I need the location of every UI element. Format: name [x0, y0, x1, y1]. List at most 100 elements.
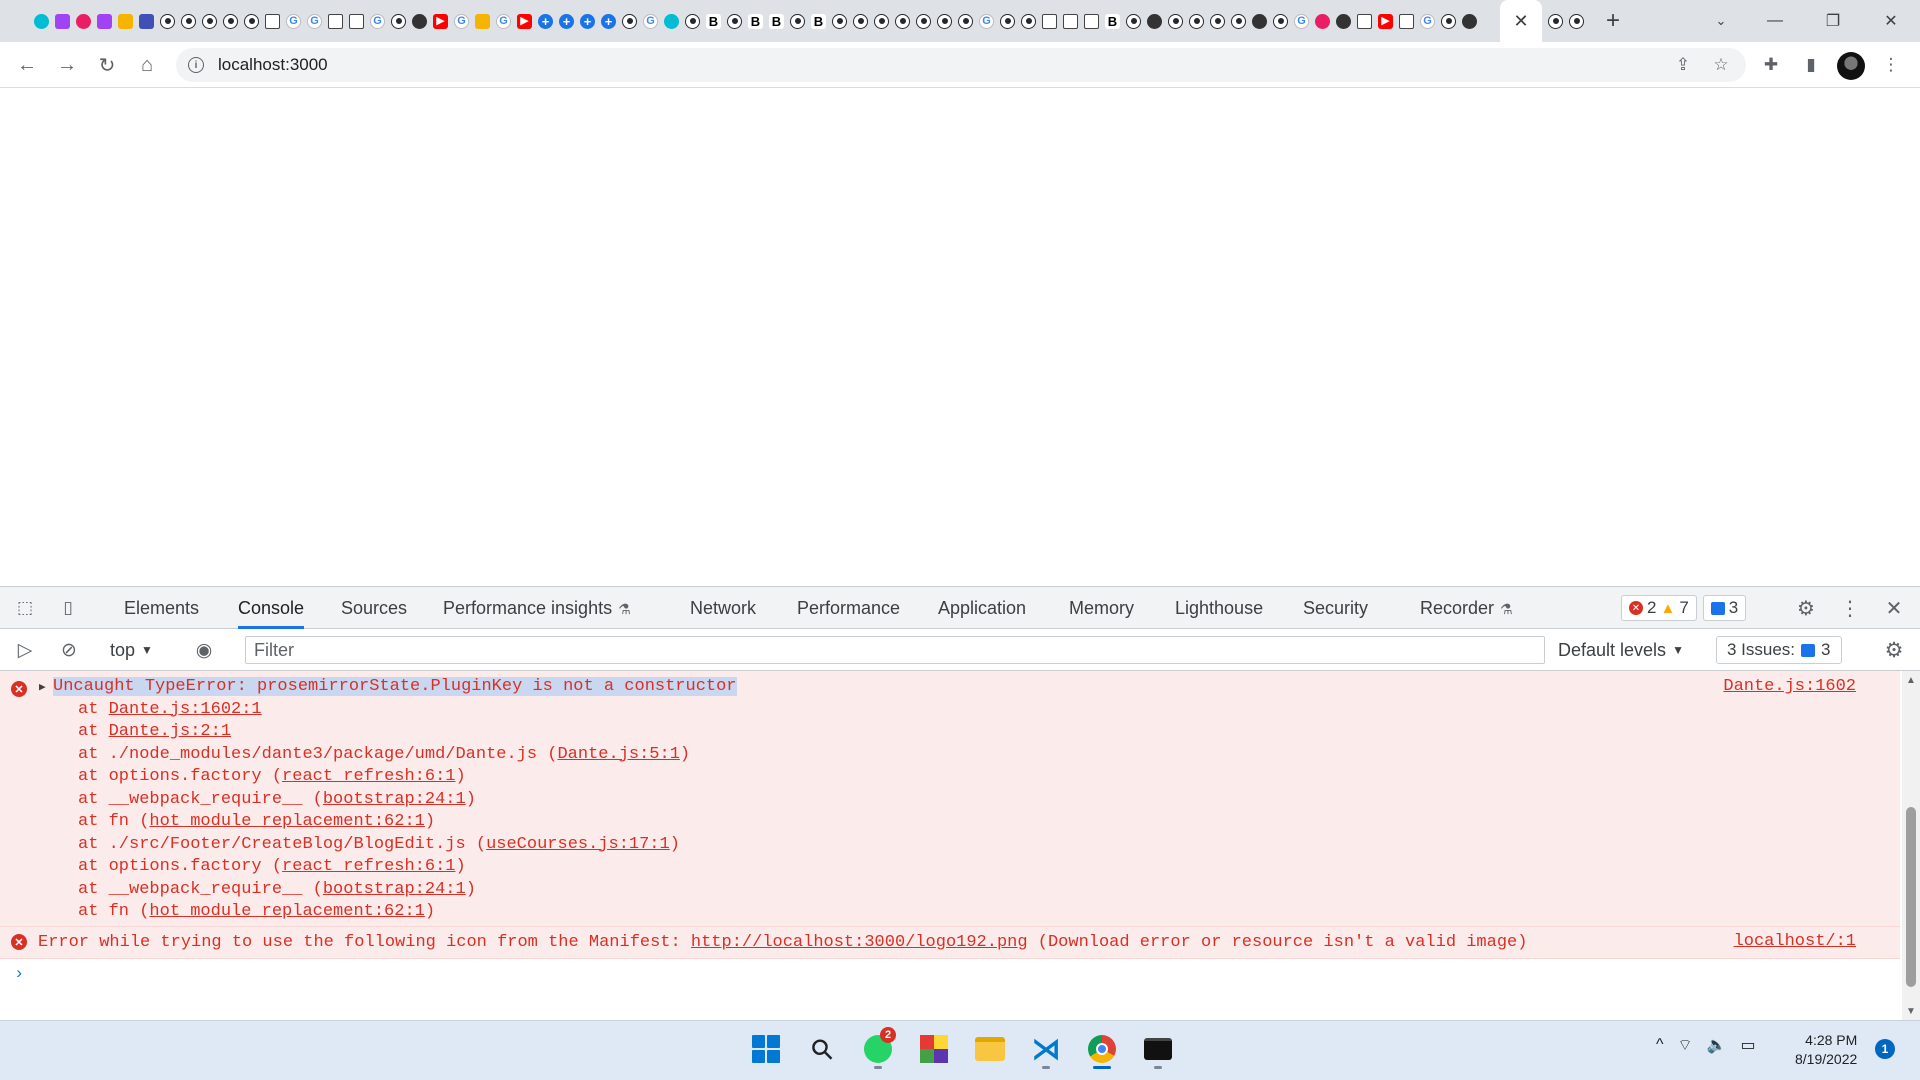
browser-tab[interactable]: G — [1291, 8, 1312, 34]
whatsapp-app[interactable]: 2 — [860, 1027, 896, 1069]
browser-tab[interactable] — [934, 8, 955, 34]
profile-avatar[interactable] — [1836, 50, 1866, 80]
error-warning-count[interactable]: ✕ 2 ▲ 7 — [1621, 595, 1697, 621]
inspect-element-icon[interactable]: ⬚ — [11, 595, 39, 621]
scroll-down-arrow-icon[interactable]: ▼ — [1906, 1006, 1916, 1017]
browser-tab[interactable] — [1438, 8, 1459, 34]
scroll-up-arrow-icon[interactable]: ▲ — [1906, 675, 1916, 686]
browser-tab[interactable] — [346, 8, 367, 34]
browser-tab[interactable] — [1123, 8, 1144, 34]
site-info-icon[interactable]: i — [188, 57, 204, 73]
console-scrollbar[interactable]: ▲ ▼ — [1902, 671, 1920, 1021]
browser-tab[interactable] — [787, 8, 808, 34]
browser-tab[interactable] — [1396, 8, 1417, 34]
manifest-icon-link[interactable]: http://localhost:3000/logo192.png — [691, 933, 1028, 952]
tab-sources[interactable]: Sources — [341, 587, 407, 629]
browser-tab[interactable] — [850, 8, 871, 34]
vscode-app[interactable]: ⋊ — [1028, 1029, 1064, 1069]
browser-tab[interactable] — [955, 8, 976, 34]
browser-tab[interactable] — [31, 8, 52, 34]
taskbar-clock[interactable]: 4:28 PM 8/19/2022 — [1795, 1031, 1857, 1069]
browser-tab[interactable]: G — [976, 8, 997, 34]
browser-menu-icon[interactable]: ⋮ — [1876, 50, 1906, 80]
browser-tab[interactable]: G — [1417, 8, 1438, 34]
tab-console[interactable]: Console — [238, 587, 305, 629]
stack-source-link[interactable]: hot module replacement:62:1 — [149, 902, 424, 921]
color-app[interactable] — [916, 1029, 952, 1069]
devtools-close-icon[interactable]: ✕ — [1880, 595, 1908, 621]
browser-tab[interactable] — [1186, 8, 1207, 34]
stack-source-link[interactable]: bootstrap:24:1 — [323, 790, 466, 809]
browser-tab[interactable] — [1018, 8, 1039, 34]
console-filter-input[interactable] — [245, 636, 1545, 664]
issues-button[interactable]: 3 Issues: 3 — [1716, 636, 1842, 664]
error-source-link[interactable]: localhost/:1 — [1734, 932, 1856, 951]
tray-chevron-icon[interactable]: ^ — [1656, 1036, 1664, 1054]
volume-icon[interactable]: 🔈 — [1707, 1035, 1727, 1055]
tab-search-button[interactable]: ⌄ — [1706, 6, 1736, 36]
browser-tab[interactable] — [892, 8, 913, 34]
browser-tab[interactable]: B — [703, 8, 724, 34]
browser-tab[interactable] — [1144, 8, 1165, 34]
browser-tab[interactable] — [409, 8, 430, 34]
browser-tab[interactable] — [1165, 8, 1186, 34]
browser-tab[interactable] — [997, 8, 1018, 34]
error-source-link[interactable]: Dante.js:1602 — [1723, 677, 1856, 696]
browser-tab[interactable]: G — [283, 8, 304, 34]
extensions-puzzle-icon[interactable]: ✚ — [1756, 50, 1786, 80]
active-tab[interactable]: ✕ — [1500, 0, 1542, 42]
stack-source-link[interactable]: react refresh:6:1 — [282, 857, 455, 876]
tab-application[interactable]: Application — [938, 587, 1026, 629]
browser-tab[interactable] — [1270, 8, 1291, 34]
browser-tab[interactable] — [325, 8, 346, 34]
browser-tab[interactable]: B — [745, 8, 766, 34]
log-levels-dropdown[interactable]: Default levels ▼ — [1558, 637, 1684, 663]
maximize-button[interactable]: ❐ — [1804, 0, 1862, 42]
wifi-icon[interactable]: ⌔ — [1678, 1035, 1693, 1055]
stack-source-link[interactable]: Dante.js:2:1 — [109, 722, 231, 741]
browser-tab[interactable]: + — [598, 8, 619, 34]
browser-tab[interactable]: G — [304, 8, 325, 34]
browser-tab[interactable] — [619, 8, 640, 34]
console-error-message[interactable]: ✕ ▶ Uncaught TypeError: prosemirrorState… — [0, 671, 1900, 927]
device-toolbar-icon[interactable]: ▯ — [54, 595, 82, 621]
browser-tab[interactable] — [661, 8, 682, 34]
browser-tab[interactable] — [472, 8, 493, 34]
browser-tab[interactable] — [1228, 8, 1249, 34]
scroll-thumb[interactable] — [1906, 807, 1916, 987]
devtools-settings-icon[interactable]: ⚙ — [1792, 595, 1820, 621]
browser-tab[interactable] — [94, 8, 115, 34]
browser-tab[interactable] — [913, 8, 934, 34]
tab-memory[interactable]: Memory — [1069, 587, 1134, 629]
browser-tab[interactable]: G — [640, 8, 661, 34]
back-button[interactable]: ← — [12, 50, 42, 80]
close-tab-icon[interactable]: ✕ — [1513, 11, 1528, 32]
tab-performance-insights[interactable]: Performance insights ⚗ — [443, 587, 631, 629]
new-tab-button[interactable]: + — [1598, 6, 1628, 36]
browser-tab[interactable] — [262, 8, 283, 34]
browser-tab[interactable] — [1545, 8, 1566, 34]
context-selector[interactable]: top ▼ — [110, 637, 153, 663]
chrome-app[interactable] — [1084, 1029, 1120, 1069]
browser-tab[interactable] — [199, 8, 220, 34]
browser-tab[interactable]: + — [535, 8, 556, 34]
console-prompt[interactable]: › — [14, 965, 24, 984]
expand-triangle-icon[interactable]: ▶ — [39, 680, 46, 694]
browser-tab[interactable]: B — [808, 8, 829, 34]
browser-tab[interactable] — [1081, 8, 1102, 34]
tab-network[interactable]: Network — [690, 587, 756, 629]
tab-lighthouse[interactable]: Lighthouse — [1175, 587, 1263, 629]
browser-tab[interactable] — [52, 8, 73, 34]
browser-tab[interactable] — [73, 8, 94, 34]
devtools-more-icon[interactable]: ⋮ — [1836, 595, 1864, 621]
bookmark-star-icon[interactable]: ☆ — [1708, 52, 1734, 78]
browser-tab[interactable] — [1459, 8, 1480, 34]
close-window-button[interactable]: ✕ — [1862, 0, 1920, 42]
search-button[interactable]: ⚲ — [804, 1029, 840, 1069]
console-error-message[interactable]: ✕ Error while trying to use the followin… — [0, 927, 1900, 959]
message-counts[interactable]: ✕ 2 ▲ 7 3 — [1621, 595, 1747, 621]
stack-source-link[interactable]: useCourses.js:17:1 — [486, 835, 670, 854]
stack-source-link[interactable]: hot module replacement:62:1 — [149, 812, 424, 831]
browser-tab[interactable] — [1249, 8, 1270, 34]
reload-button[interactable]: ↻ — [92, 50, 122, 80]
